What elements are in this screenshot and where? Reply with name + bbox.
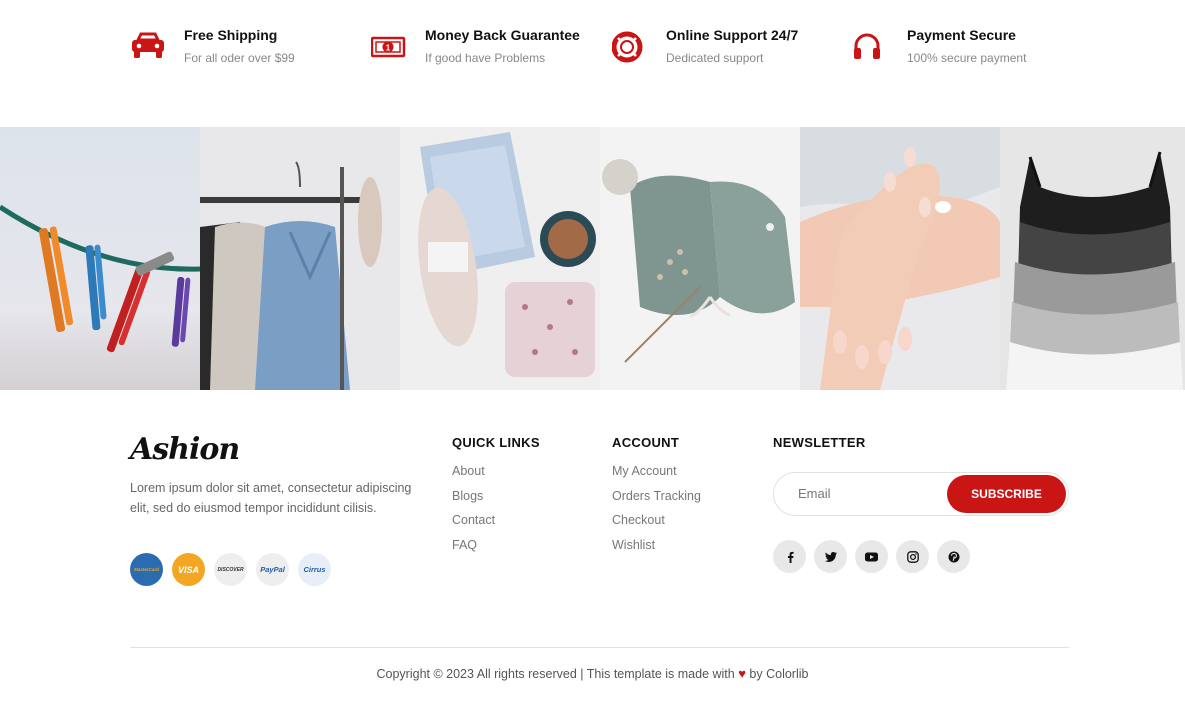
- instagram-icon[interactable]: [896, 540, 929, 573]
- car-icon: [130, 31, 166, 63]
- service-title: Money Back Guarantee: [425, 27, 580, 43]
- service-title: Payment Secure: [907, 27, 1016, 43]
- instagram-gallery: [0, 127, 1185, 390]
- logo[interactable]: Ashion: [130, 432, 240, 467]
- service-subtitle: If good have Problems: [425, 51, 546, 65]
- service-subtitle: Dedicated support: [666, 51, 764, 65]
- svg-text:1: 1: [386, 44, 391, 53]
- footer-about-text: Lorem ipsum dolor sit amet, consectetur …: [130, 481, 412, 515]
- footer-link-checkout[interactable]: Checkout: [612, 513, 701, 538]
- footer-link-blogs[interactable]: Blogs: [452, 489, 540, 514]
- cirrus-icon[interactable]: Cirrus: [298, 553, 331, 586]
- youtube-icon[interactable]: [855, 540, 888, 573]
- newsletter-email-input[interactable]: [798, 486, 948, 501]
- facebook-icon[interactable]: [773, 540, 806, 573]
- account-title: ACCOUNT: [612, 435, 680, 450]
- mastercard-icon[interactable]: MasterCard: [130, 553, 163, 586]
- account-column: ACCOUNT My Account Orders Tracking Check…: [612, 435, 701, 563]
- footer-link-faq[interactable]: FAQ: [452, 538, 540, 563]
- hand-cream-photo[interactable]: [800, 127, 1000, 390]
- service-subtitle: For all oder over $99: [184, 51, 295, 65]
- newsletter-form: SUBSCRIBE: [773, 472, 1069, 516]
- quick-links-title: QUICK LINKS: [452, 435, 540, 450]
- social-links: [773, 540, 970, 573]
- footer: Ashion Lorem ipsum dolor sit amet, conse…: [0, 390, 1185, 704]
- service-online-support: Online Support 24/7 Dedicated support: [611, 27, 827, 77]
- money-icon: 1: [370, 31, 407, 63]
- paypal-icon[interactable]: PayPal: [256, 553, 289, 586]
- quick-links-column: QUICK LINKS About Blogs Contact FAQ: [452, 435, 540, 563]
- service-money-back: 1 Money Back Guarantee If good have Prob…: [370, 27, 596, 77]
- payment-methods: MasterCard VISA DISCOVER PayPal Cirrus: [130, 553, 331, 586]
- service-title: Online Support 24/7: [666, 27, 799, 43]
- newsletter-column: NEWSLETTER: [773, 435, 866, 450]
- footer-link-my-account[interactable]: My Account: [612, 464, 701, 489]
- discover-icon[interactable]: DISCOVER: [214, 553, 247, 586]
- headphones-icon: [853, 31, 889, 63]
- service-free-shipping: Free Shipping For all oder over $99: [130, 27, 350, 77]
- pinterest-icon[interactable]: [937, 540, 970, 573]
- heart-icon: ♥: [738, 666, 746, 681]
- colorlib-link[interactable]: by Colorlib: [749, 667, 808, 681]
- knit-bonnet-photo[interactable]: [600, 127, 800, 390]
- yarn-flatlay-photo[interactable]: [400, 127, 600, 390]
- visa-icon[interactable]: VISA: [172, 553, 205, 586]
- footer-link-contact[interactable]: Contact: [452, 513, 540, 538]
- twitter-icon[interactable]: [814, 540, 847, 573]
- support-icon: [611, 31, 648, 63]
- clothes-rack-photo[interactable]: [200, 127, 400, 390]
- subscribe-button[interactable]: SUBSCRIBE: [947, 475, 1066, 513]
- service-subtitle: 100% secure payment: [907, 51, 1027, 65]
- clothespins-photo[interactable]: [0, 127, 200, 390]
- footer-divider: [130, 647, 1069, 648]
- services-strip: Free Shipping For all oder over $99 1 Mo…: [0, 0, 1185, 127]
- service-payment-secure: Payment Secure 100% secure payment: [853, 27, 1068, 77]
- service-title: Free Shipping: [184, 27, 278, 43]
- camisoles-photo[interactable]: [1000, 127, 1185, 390]
- footer-link-orders-tracking[interactable]: Orders Tracking: [612, 489, 701, 514]
- newsletter-title: NEWSLETTER: [773, 435, 866, 450]
- copyright-text: Copyright © 2023 All rights reserved | T…: [376, 666, 809, 681]
- footer-link-wishlist[interactable]: Wishlist: [612, 538, 701, 563]
- footer-link-about[interactable]: About: [452, 464, 540, 489]
